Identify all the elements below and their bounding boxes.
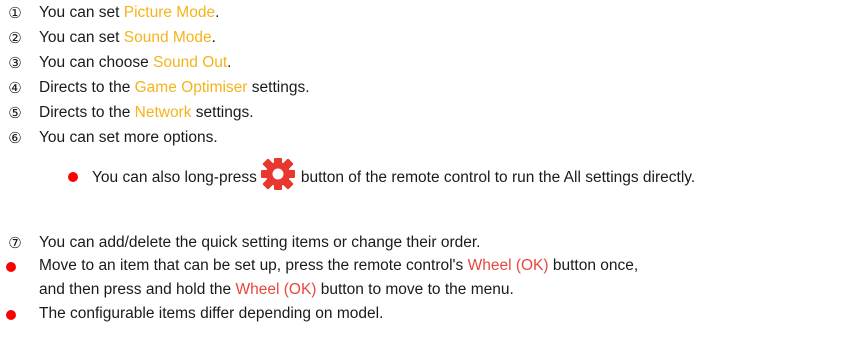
item-number: ②: [8, 29, 22, 47]
note-text: Move to an item that can be set up, pres…: [39, 256, 638, 276]
item-suffix: settings.: [247, 79, 310, 96]
item-text: You can set more options.: [39, 129, 218, 146]
highlight-term: Picture Mode: [123, 4, 216, 21]
item-text: Directs to the Game Optimiser settings.: [39, 78, 310, 98]
item-suffix: .: [211, 29, 216, 46]
highlight-term: Network: [134, 104, 192, 121]
highlight-term: Sound Out: [153, 54, 228, 71]
note-prefix: Move to an item that can be set up, pres…: [39, 257, 468, 274]
note-text: The configurable items differ depending …: [39, 305, 384, 322]
sub-bullet-suffix: button of the remote control to run the …: [300, 169, 696, 186]
item-suffix: settings.: [191, 104, 254, 121]
bullet-icon: [68, 172, 78, 182]
item-suffix: .: [215, 4, 220, 21]
note-suffix: button once,: [548, 257, 639, 274]
gear-icon: [260, 158, 295, 190]
highlight-term: Wheel (OK): [235, 281, 317, 298]
item-text: You can add/delete the quick setting ite…: [39, 234, 481, 251]
highlight-term: Wheel (OK): [467, 257, 549, 274]
item-text: Directs to the Network settings.: [39, 103, 254, 123]
item-prefix: You can set: [39, 29, 124, 46]
item-text: You can set Sound Mode.: [39, 28, 216, 48]
note-suffix: button to move to the menu.: [316, 281, 514, 298]
item-number: ④: [8, 79, 22, 97]
bullet-icon: [6, 310, 16, 320]
note-prefix: and then press and hold the: [39, 281, 236, 298]
item-prefix: Directs to the: [39, 79, 135, 96]
item-number: ⑦: [8, 234, 22, 252]
item-number: ①: [8, 4, 22, 22]
item-suffix: .: [227, 54, 232, 71]
item-number: ③: [8, 54, 22, 72]
item-number: ⑤: [8, 104, 22, 122]
highlight-term: Game Optimiser: [134, 79, 248, 96]
item-prefix: Directs to the: [39, 104, 135, 121]
highlight-term: Sound Mode: [123, 29, 212, 46]
item-number: ⑥: [8, 129, 22, 147]
sub-bullet-text: You can also long-press button of the rem…: [92, 158, 832, 190]
item-text: You can set Picture Mode.: [39, 3, 219, 23]
item-prefix: You can choose: [39, 54, 154, 71]
note-text: and then press and hold the Wheel (OK) b…: [39, 280, 514, 300]
bullet-icon: [6, 262, 16, 272]
sub-bullet-prefix: You can also long-press: [92, 169, 257, 186]
item-text: You can choose Sound Out.: [39, 53, 231, 73]
item-prefix: You can set: [39, 4, 124, 21]
